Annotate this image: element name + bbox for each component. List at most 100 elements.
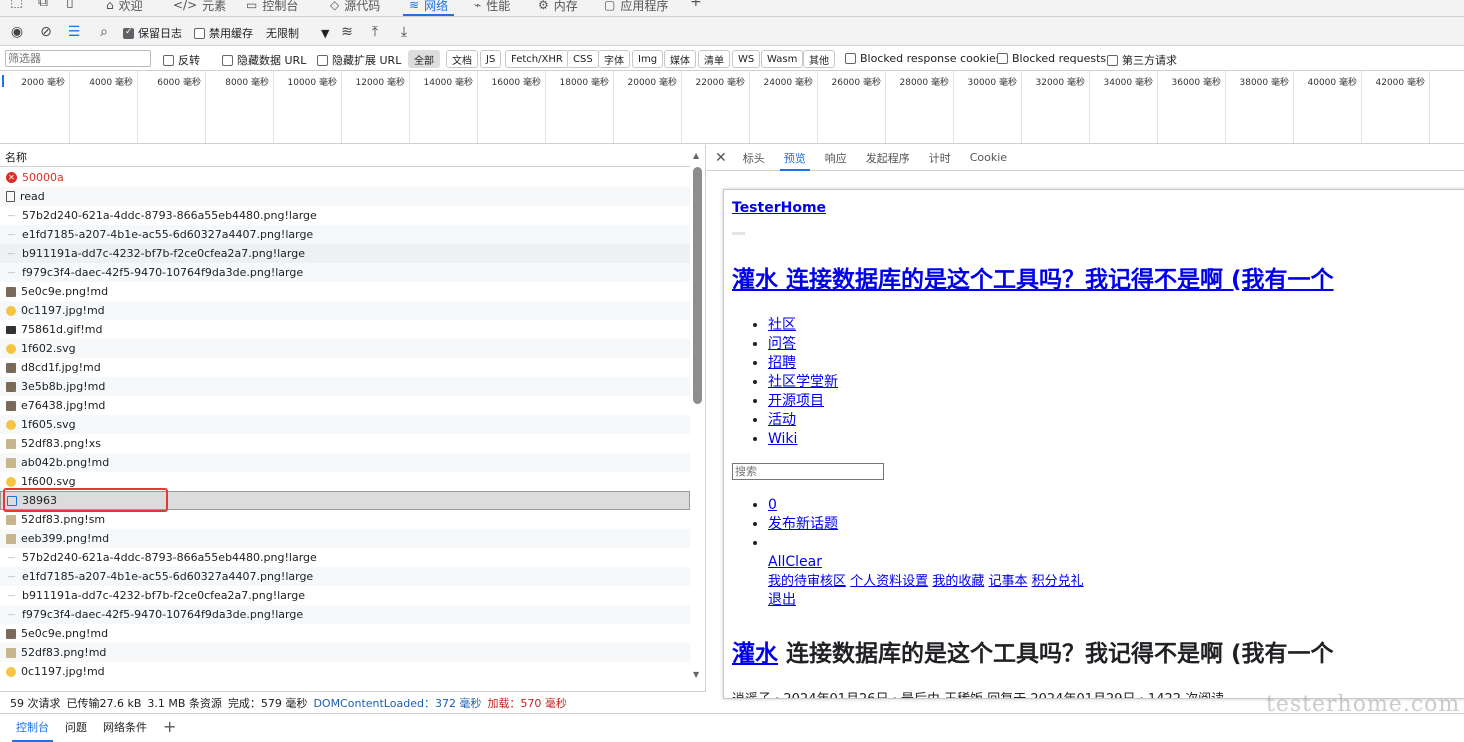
type-filter-manifest[interactable]: 清单 — [698, 50, 730, 68]
profile-settings-link[interactable]: 个人资料设置 — [850, 574, 928, 589]
tab-headers[interactable]: 标头 — [743, 145, 765, 171]
scroll-up-icon[interactable]: ▲ — [693, 151, 699, 160]
node-link[interactable]: 灌水 — [732, 641, 778, 667]
tab-elements[interactable]: </> 元素 — [173, 0, 226, 16]
tab-memory[interactable]: ⚙ 内存 — [538, 0, 578, 16]
tab-timing[interactable]: 计时 — [929, 145, 951, 171]
request-row[interactable]: 0c1197.jpg!md — [0, 662, 690, 681]
filter-input[interactable] — [5, 50, 151, 67]
request-row[interactable]: eeb399.png!md — [0, 529, 690, 548]
request-row[interactable]: ✕ 50000a — [0, 168, 690, 187]
request-row[interactable]: d8cd1f.jpg!md — [0, 358, 690, 377]
type-filter-other[interactable]: 其他 — [803, 50, 835, 68]
tab-network[interactable]: ≋ 网络 — [402, 0, 455, 16]
tab-console[interactable]: ▭ 控制台 — [246, 0, 298, 16]
nav-link[interactable]: 活动 — [768, 412, 796, 428]
request-row[interactable]: 52df83.png!md — [0, 643, 690, 662]
request-row[interactable]: 52df83.png!xs — [0, 434, 690, 453]
tab-initiator[interactable]: 发起程序 — [866, 145, 910, 171]
type-filter-font[interactable]: 字体 — [598, 50, 630, 68]
add-tab-icon[interactable]: + — [690, 0, 702, 10]
request-row[interactable]: 3e5b8b.jpg!md — [0, 377, 690, 396]
request-row[interactable]: — b911191a-dd7c-4232-bf7b-f2ce0cfea2a7.pn… — [0, 244, 690, 263]
tab-performance[interactable]: ⌁ 性能 — [474, 0, 510, 16]
type-filter-wasm[interactable]: Wasm — [761, 50, 804, 68]
nav-link[interactable]: 招聘 — [768, 355, 796, 371]
tab-response[interactable]: 响应 — [825, 145, 847, 171]
brand-link[interactable]: TesterHome — [732, 200, 826, 216]
inspect-icon[interactable]: ⬚ — [10, 0, 23, 10]
nav-link[interactable]: 开源项目 — [768, 393, 824, 409]
drawer-tab-network-conditions[interactable]: 网络条件 — [103, 719, 147, 735]
blocked-requests-checkbox[interactable]: Blocked requests — [997, 52, 1106, 65]
preserve-log-checkbox[interactable]: 保留日志 — [123, 25, 182, 41]
nav-link[interactable]: 问答 — [768, 336, 796, 352]
nav-link[interactable]: 社区 — [768, 317, 796, 333]
clear-button[interactable]: ⊘ — [36, 22, 56, 42]
type-filter-img[interactable]: Img — [632, 50, 664, 68]
tab-cookies[interactable]: Cookie — [970, 145, 1007, 171]
type-filter-fetch-xhr[interactable]: Fetch/XHR — [505, 50, 569, 68]
request-row[interactable]: read — [0, 187, 690, 206]
invert-checkbox[interactable]: 反转 — [163, 52, 200, 68]
filter-toggle-button[interactable]: ☰ — [64, 22, 84, 42]
request-row[interactable]: — f979c3f4-daec-42f5-9470-10764f9da3de.pn… — [0, 263, 690, 282]
drawer-tab-console[interactable]: 控制台 — [12, 719, 53, 742]
type-filter-media[interactable]: 媒体 — [664, 50, 696, 68]
favorites-link[interactable]: 我的收藏 — [932, 574, 984, 589]
notification-count-link[interactable]: 0 — [768, 497, 777, 513]
tab-welcome[interactable]: ⌂ 欢迎 — [106, 0, 143, 16]
nav-link[interactable]: 社区学堂新 — [768, 374, 838, 390]
type-filter-js[interactable]: JS — [480, 50, 502, 68]
timeline-overview[interactable]: 2000 毫秒 4000 毫秒 6000 毫秒 8000 毫秒 10000 毫秒 1200… — [0, 71, 1464, 144]
request-row[interactable]: — e1fd7185-a207-4b1e-ac55-6d60327a4407.pn… — [0, 567, 690, 586]
request-row[interactable]: — f979c3f4-daec-42f5-9470-10764f9da3de.pn… — [0, 605, 690, 624]
preview-search-input[interactable] — [732, 463, 884, 480]
topic-title-link[interactable]: 灌水 连接数据库的是这个工具吗？我记得不是啊 (我有一个 — [732, 260, 1334, 294]
request-row[interactable]: 52df83.png!sm — [0, 510, 690, 529]
request-row[interactable]: — 57b2d240-621a-4ddc-8793-866a55eb4480.pn… — [0, 206, 690, 225]
request-row[interactable]: 5e0c9e.png!md — [0, 624, 690, 643]
search-button[interactable]: ⌕ — [94, 22, 114, 42]
request-row[interactable]: 0c1197.jpg!md — [0, 301, 690, 320]
hide-extension-url-checkbox[interactable]: 隐藏扩展 URL — [317, 52, 401, 68]
nav-link[interactable]: Wiki — [768, 431, 797, 447]
add-drawer-tab-icon[interactable]: + — [163, 717, 176, 736]
tab-application[interactable]: ▢ 应用程序 — [604, 0, 668, 16]
type-filter-all[interactable]: 全部 — [408, 50, 440, 68]
nav-toggle[interactable] — [732, 232, 745, 235]
request-row[interactable]: 1f605.svg — [0, 415, 690, 434]
request-row[interactable]: 5e0c9e.png!md — [0, 282, 690, 301]
record-button[interactable]: ◉ — [7, 22, 27, 42]
scroll-thumb[interactable] — [693, 167, 702, 404]
import-har-button[interactable]: ⤒ — [365, 22, 385, 42]
username-link[interactable]: AllClear — [768, 554, 822, 570]
points-link[interactable]: 积分兑礼 — [1032, 574, 1084, 589]
request-row[interactable]: — e1fd7185-a207-4b1e-ac55-6d60327a4407.pn… — [0, 225, 690, 244]
request-row[interactable]: 75861d.gif!md — [0, 320, 690, 339]
third-party-checkbox[interactable]: 第三方请求 — [1107, 52, 1177, 68]
name-column-header[interactable]: 名称 — [0, 145, 690, 167]
request-row[interactable]: — b911191a-dd7c-4232-bf7b-f2ce0cfea2a7.pn… — [0, 586, 690, 605]
close-icon[interactable]: ✕ — [715, 150, 727, 166]
hide-data-url-checkbox[interactable]: 隐藏数据 URL — [222, 52, 306, 68]
tab-preview[interactable]: 预览 — [779, 145, 810, 171]
request-row[interactable]: e76438.jpg!md — [0, 396, 690, 415]
type-filter-css[interactable]: CSS — [567, 50, 599, 68]
network-conditions-button[interactable]: ≋ — [337, 22, 357, 42]
notes-link[interactable]: 记事本 — [988, 574, 1027, 589]
request-row[interactable]: ab042b.png!md — [0, 453, 690, 472]
request-row[interactable]: 1f602.svg — [0, 339, 690, 358]
new-topic-link[interactable]: 发布新话题 — [768, 516, 838, 532]
blocked-cookies-checkbox[interactable]: Blocked response cookies — [845, 52, 1002, 65]
export-har-button[interactable]: ⤓ — [394, 22, 414, 42]
pending-review-link[interactable]: 我的待审核区 — [768, 574, 846, 589]
logout-link[interactable]: 退出 — [768, 592, 796, 608]
device-toggle-icon[interactable]: ⧉ — [38, 0, 48, 10]
type-filter-doc[interactable]: 文档 — [446, 50, 478, 68]
dock-icon[interactable]: ▯ — [66, 0, 74, 10]
type-filter-ws[interactable]: WS — [732, 50, 761, 68]
disable-cache-checkbox[interactable]: 禁用缓存 — [194, 25, 253, 41]
scroll-down-icon[interactable]: ▼ — [693, 670, 699, 679]
request-row[interactable]: — 57b2d240-621a-4ddc-8793-866a55eb4480.pn… — [0, 548, 690, 567]
